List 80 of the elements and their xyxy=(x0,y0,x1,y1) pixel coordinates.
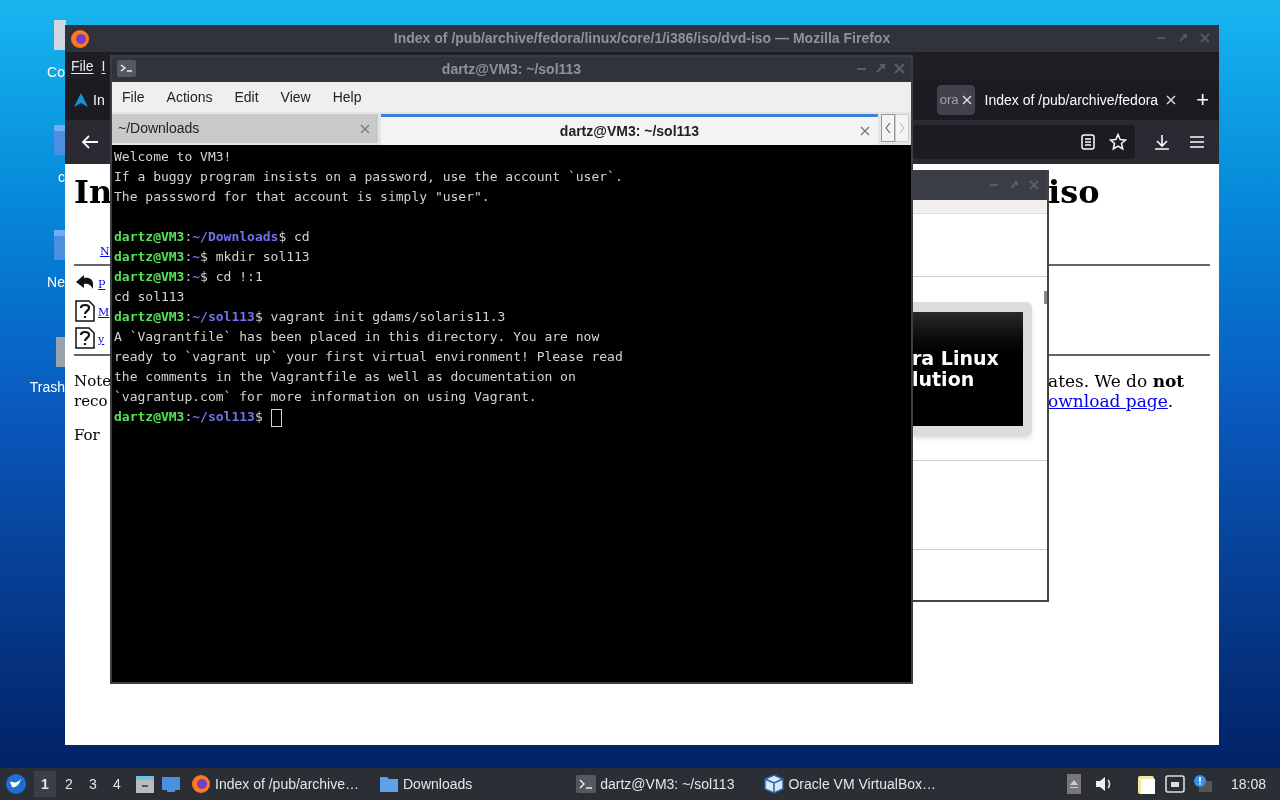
browser-tab[interactable]: ora xyxy=(936,85,975,115)
taskbar-button[interactable]: Oracle VM VirtualBox… xyxy=(762,770,938,798)
terminal-line: A `Vagrantfile` has been placed in this directory. You are now xyxy=(114,328,600,346)
terminal-line: dartz@VM3:~$ cd !:1 xyxy=(114,268,263,286)
workspace-button[interactable]: 3 xyxy=(82,771,104,797)
workspace-button[interactable]: 4 xyxy=(106,771,128,797)
terminal-line: ready to `vagrant up` your first virtual environment! Please read xyxy=(114,348,623,366)
menu-item[interactable]: File xyxy=(71,55,94,77)
note-paragraph: Note reco xyxy=(74,371,112,411)
text-cursor xyxy=(270,408,282,427)
terminal-icon xyxy=(117,60,136,77)
directory-link[interactable]: M xyxy=(98,305,110,322)
taskbar-button[interactable]: Index of /pub/archive… xyxy=(189,770,361,798)
bird-logo-icon[interactable] xyxy=(5,773,27,795)
tab-title: In xyxy=(93,90,105,110)
cube-icon xyxy=(764,774,785,794)
back-arrow-icon[interactable] xyxy=(81,134,99,150)
terminal-line: the comments in the Vagrantfile as well as documentation on xyxy=(114,368,576,386)
address-bar[interactable] xyxy=(913,125,1135,159)
terminal-line: Welcome to VM3! xyxy=(114,148,232,166)
terminal-line: dartz@VM3:~/sol113$ xyxy=(114,407,282,427)
menu-item[interactable]: Actions xyxy=(166,86,213,108)
window-title: dartz@VM3: ~/sol113 xyxy=(441,60,582,79)
taskbar-button[interactable]: dartz@VM3: ~/sol113 xyxy=(574,770,737,798)
terminal-line: The passsword for that account is simply "user". xyxy=(114,188,490,206)
workspace-button[interactable]: 2 xyxy=(58,771,80,797)
chevron-left-icon[interactable] xyxy=(881,114,895,142)
browser-logo-icon xyxy=(191,774,211,794)
file-cabinet-icon[interactable] xyxy=(135,774,155,794)
new-tab-button[interactable]: + xyxy=(1196,89,1209,111)
desktop-icon-label[interactable]: Trash xyxy=(29,377,65,398)
terminal-line: dartz@VM3:~/Downloads$ cd xyxy=(114,228,310,246)
clipboard-icon[interactable] xyxy=(1136,773,1157,795)
desktop-icon-label[interactable]: c xyxy=(58,167,65,188)
star-icon[interactable] xyxy=(1109,133,1127,151)
workspace-button[interactable]: 1 xyxy=(34,771,56,797)
unknown-file-icon xyxy=(75,300,95,322)
download-icon[interactable] xyxy=(1153,133,1171,151)
terminal-icon xyxy=(576,774,597,794)
menu-item[interactable]: File xyxy=(122,86,145,108)
window-title: Index of /pub/archive/fedora/linux/core/1/i386/iso/dvd-iso — Mozilla Firefox xyxy=(393,29,891,48)
terminal-line: dartz@VM3:~$ mkdir sol113 xyxy=(114,248,310,266)
scrollbar-thumb[interactable] xyxy=(1044,291,1047,304)
terminal-line: If a buggy program insists on a password, use the account `user`. xyxy=(114,168,623,186)
terminal-tab[interactable]: dartz@VM3: ~/sol113 xyxy=(381,114,878,145)
update-notice-icon[interactable] xyxy=(1192,774,1213,794)
clock-text: 18:08 xyxy=(1230,774,1266,794)
desktop-icon[interactable] xyxy=(161,774,181,794)
directory-link[interactable]: y xyxy=(98,332,105,349)
note-paragraph: ates. We do not ownload page. xyxy=(1048,371,1185,411)
terminal-line: dartz@VM3:~/sol113$ vagrant init gdams/solaris11.3 xyxy=(114,308,506,326)
tab-title: dartz@VM3: ~/sol113 xyxy=(559,121,700,141)
terminal-tab[interactable]: ~/Downloads xyxy=(112,114,378,143)
tab-title: ~/Downloads xyxy=(118,119,200,138)
tab-title: Index of /pub/archive/fedora xyxy=(984,90,1159,110)
desktop-icon-label[interactable]: Ne xyxy=(47,272,65,293)
page-heading: iso xyxy=(1048,176,1100,208)
eject-icon[interactable] xyxy=(1066,774,1081,794)
network-icon[interactable] xyxy=(1164,775,1185,793)
terminal-line: `vagrantup.com` for more information on using Vagrant. xyxy=(114,388,537,406)
directory-link[interactable]: P xyxy=(98,277,106,294)
terminal-line: cd sol113 xyxy=(114,288,185,306)
menu-item[interactable]: View xyxy=(280,86,311,108)
speaker-icon[interactable] xyxy=(1094,776,1113,792)
page-heading: In xyxy=(74,176,113,208)
unknown-file-icon xyxy=(75,327,95,349)
browser-logo-icon xyxy=(69,28,91,50)
download-link[interactable]: ownload page xyxy=(1048,391,1168,411)
banner-text: lution xyxy=(912,368,976,390)
triangle-logo-icon xyxy=(73,92,89,108)
menu-icon[interactable] xyxy=(1189,135,1205,149)
menu-item[interactable]: Edit xyxy=(234,86,259,108)
taskbar-button[interactable]: Downloads xyxy=(377,770,475,798)
paragraph-text: For xyxy=(74,425,100,445)
menu-item[interactable]: Help xyxy=(332,86,362,108)
reader-view-icon[interactable] xyxy=(1081,134,1095,150)
banner-text: ra Linux xyxy=(912,347,1000,369)
tab-title: ora xyxy=(939,91,959,110)
menu-item[interactable]: I xyxy=(101,55,106,77)
directory-link[interactable]: N xyxy=(100,244,110,261)
